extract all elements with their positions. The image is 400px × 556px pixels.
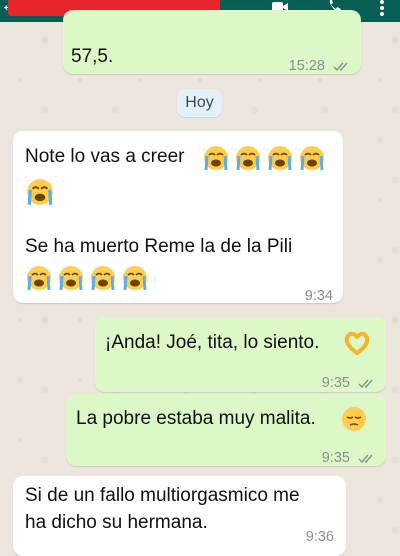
message-text: Si de un fallo multiorgasmico me: [25, 485, 300, 506]
pensive-face-emoji: [341, 405, 367, 433]
heart-hands-icon: [344, 331, 370, 355]
loudly-crying-face-icon: [25, 264, 149, 292]
read-ticks-icon: [358, 379, 373, 388]
message-bubble-incoming[interactable]: Si de un fallo multiorgasmico me ha dich…: [13, 476, 346, 556]
message-bubble-outgoing[interactable]: La pobre estaba muy malita. 9:35: [66, 394, 386, 466]
message-text: Note lo vas a creer: [25, 146, 185, 167]
message-text: La pobre estaba muy malita.: [76, 408, 316, 429]
loudly-crying-face-icon: [204, 144, 326, 172]
message-time: 15:28: [289, 52, 351, 80]
crying-emoji-wrapped: [25, 177, 55, 207]
read-ticks-icon: [358, 454, 373, 463]
pensive-face-icon: [342, 406, 366, 431]
more-menu-icon[interactable]: [372, 0, 392, 16]
message-time: 9:35: [322, 369, 376, 397]
message-text: ha dicho su hermana.: [25, 512, 208, 533]
read-ticks-icon: [333, 62, 348, 71]
crying-emoji-row: [25, 264, 153, 292]
message-text: 57,5.: [71, 46, 114, 67]
day-separator: Hoy: [177, 89, 222, 117]
message-bubble-outgoing[interactable]: ¡Anda! Joé, tita, lo siento. 9:35: [95, 317, 386, 392]
message-time: 9:36: [305, 529, 334, 545]
loudly-crying-face-icon: [27, 179, 53, 205]
message-text: Se ha muerto Reme la de la Pili: [25, 236, 293, 257]
crying-emoji-row: [202, 144, 330, 172]
message-bubble-incoming[interactable]: Note lo vas a creer Se ha muerto Reme la…: [13, 131, 343, 304]
message-time: 9:34: [304, 288, 333, 304]
heart-hands-emoji: [343, 329, 371, 357]
message-text: ¡Anda! Joé, tita, lo siento.: [105, 332, 320, 353]
message-time: 9:35: [322, 444, 376, 472]
message-bubble-outgoing[interactable]: 57,5. 15:28: [63, 10, 361, 74]
